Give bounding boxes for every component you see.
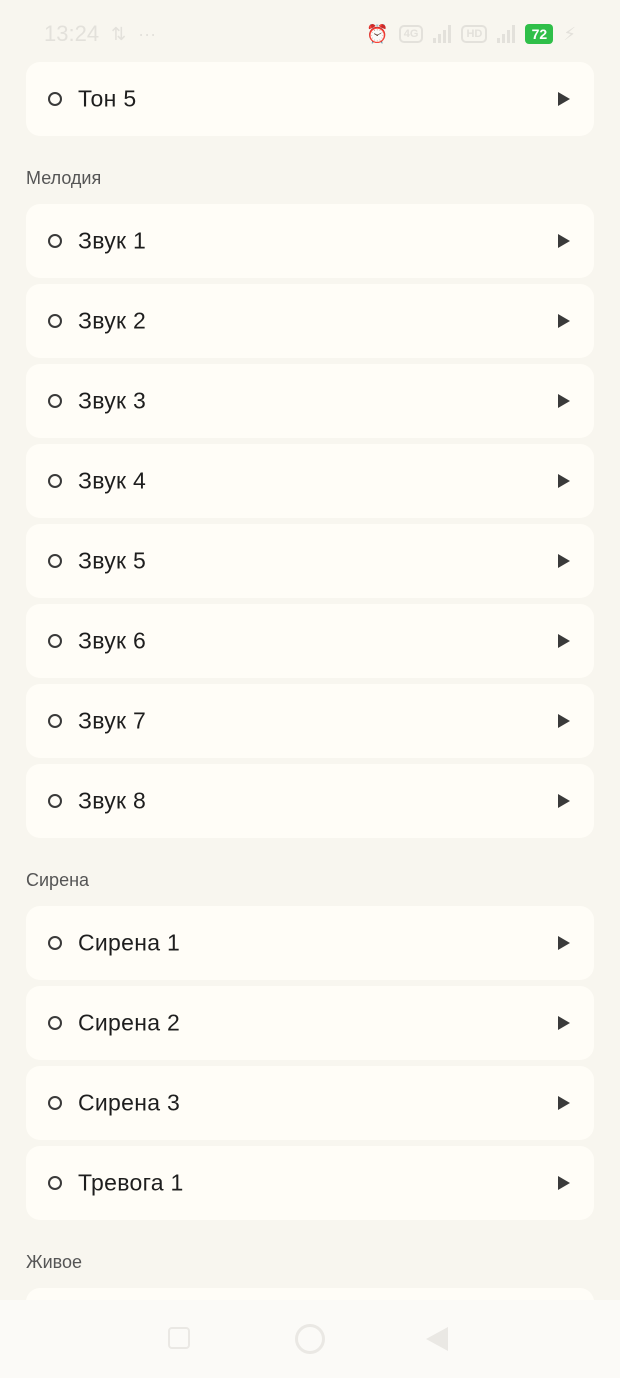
network-badge: 4G bbox=[398, 25, 424, 43]
sound-item[interactable]: Звук 4 bbox=[26, 444, 594, 518]
sound-item[interactable]: Звук 6 bbox=[26, 604, 594, 678]
play-icon[interactable] bbox=[558, 936, 570, 950]
sound-label: Звук 8 bbox=[78, 787, 147, 814]
play-icon[interactable] bbox=[558, 1016, 570, 1030]
radio-button[interactable] bbox=[48, 634, 62, 648]
alarm-off-icon: ⏰ bbox=[366, 23, 389, 44]
radio-button[interactable] bbox=[48, 1176, 62, 1190]
radio-button[interactable] bbox=[48, 314, 62, 328]
section-header-live: Живое bbox=[26, 1252, 83, 1272]
sound-item[interactable]: Тревога 1 bbox=[26, 1146, 594, 1220]
sound-label: Звук 6 bbox=[78, 627, 147, 654]
radio-button[interactable] bbox=[48, 714, 62, 728]
radio-button[interactable] bbox=[48, 554, 62, 568]
sound-item[interactable]: Звук 5 bbox=[26, 524, 594, 598]
radio-button[interactable] bbox=[48, 1096, 62, 1110]
sound-label: Тревога 1 bbox=[78, 1169, 184, 1196]
home-icon[interactable] bbox=[295, 1324, 325, 1354]
play-icon[interactable] bbox=[558, 92, 570, 106]
sound-item[interactable]: Сирена 2 bbox=[26, 986, 594, 1060]
recent-apps-icon[interactable] bbox=[168, 1327, 190, 1349]
radio-button[interactable] bbox=[48, 794, 62, 808]
sound-label: Звук 3 bbox=[78, 387, 147, 414]
sound-label: Сирена 3 bbox=[78, 1089, 181, 1116]
sound-item[interactable]: Сирена 3 bbox=[26, 1066, 594, 1140]
sound-label: Звук 1 bbox=[78, 227, 147, 254]
sound-label: Звук 7 bbox=[78, 707, 147, 734]
radio-button[interactable] bbox=[48, 1016, 62, 1030]
sound-item[interactable]: Звук 3 bbox=[26, 364, 594, 438]
play-icon[interactable] bbox=[558, 714, 570, 728]
sound-item[interactable]: Звук 2 bbox=[26, 284, 594, 358]
status-bar: 13:24 ⇅ ··· ⏰ 4G HD 72 ⚡ bbox=[0, 0, 620, 68]
battery-icon: 72 bbox=[525, 24, 554, 44]
play-icon[interactable] bbox=[558, 634, 570, 648]
more-dots: ··· bbox=[138, 23, 157, 44]
radio-button[interactable] bbox=[48, 394, 62, 408]
section-header-siren: Сирена bbox=[26, 870, 90, 890]
play-icon[interactable] bbox=[558, 394, 570, 408]
sound-label: Звук 5 bbox=[78, 547, 147, 574]
sound-item[interactable]: Звук 7 bbox=[26, 684, 594, 758]
charging-icon: ⚡ bbox=[563, 23, 576, 44]
sound-item[interactable]: Звук 1 bbox=[26, 204, 594, 278]
play-icon[interactable] bbox=[558, 314, 570, 328]
sound-label: Звук 4 bbox=[78, 467, 147, 494]
radio-button[interactable] bbox=[48, 92, 62, 106]
sound-item[interactable]: Звук 8 bbox=[26, 764, 594, 838]
play-icon[interactable] bbox=[558, 234, 570, 248]
sound-label: Звук 2 bbox=[78, 307, 147, 334]
radio-button[interactable] bbox=[48, 936, 62, 950]
section-header-melody: Мелодия bbox=[26, 168, 102, 188]
signal-icon-2 bbox=[497, 25, 516, 43]
sound-item[interactable]: Сирена 1 bbox=[26, 906, 594, 980]
traffic-icon: ⇅ bbox=[111, 23, 127, 44]
navigation-bar bbox=[0, 1300, 620, 1378]
sound-item-ton-5[interactable]: Тон 5 bbox=[26, 62, 594, 136]
play-icon[interactable] bbox=[558, 794, 570, 808]
sound-label: Тон 5 bbox=[78, 85, 137, 112]
sound-label: Сирена 1 bbox=[78, 929, 181, 956]
radio-button[interactable] bbox=[48, 234, 62, 248]
play-icon[interactable] bbox=[558, 1096, 570, 1110]
play-icon[interactable] bbox=[558, 1176, 570, 1190]
clock: 13:24 bbox=[44, 21, 100, 46]
play-icon[interactable] bbox=[558, 474, 570, 488]
sound-label: Сирена 2 bbox=[78, 1009, 181, 1036]
back-icon[interactable] bbox=[426, 1327, 448, 1351]
network-badge-2: HD bbox=[461, 25, 488, 43]
play-icon[interactable] bbox=[558, 554, 570, 568]
radio-button[interactable] bbox=[48, 474, 62, 488]
signal-icon bbox=[433, 25, 452, 43]
